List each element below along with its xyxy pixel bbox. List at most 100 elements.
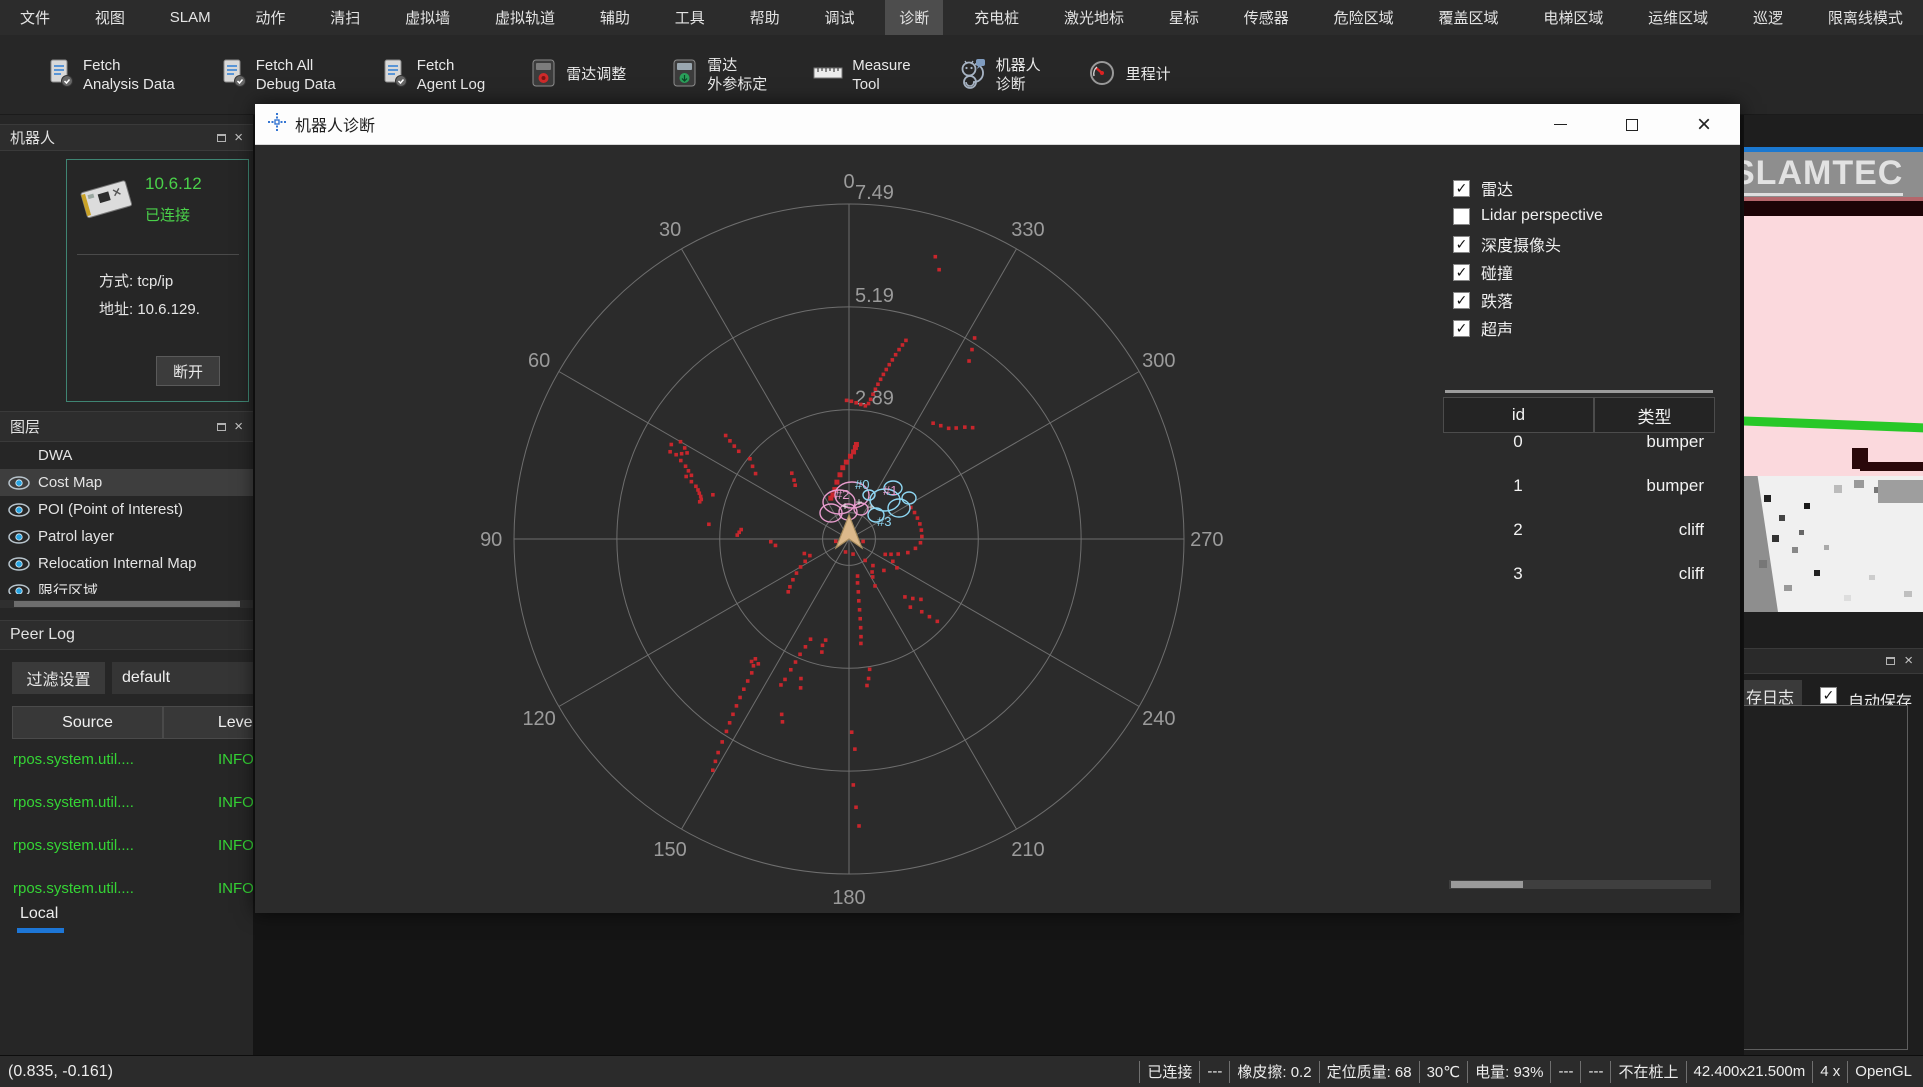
toolbar-item-8[interactable]: 里程计 xyxy=(1087,58,1171,92)
panel-horizontal-scrollbar[interactable] xyxy=(1449,880,1711,889)
map-dark-region xyxy=(1744,612,1923,648)
toolbar-item-5[interactable]: 雷达外参标定 xyxy=(672,56,767,94)
layer-row-3[interactable]: POI (Point of Interest) xyxy=(0,496,253,523)
toolbar-item-3[interactable]: FetchAgent Log xyxy=(382,56,485,94)
close-panel-icon[interactable]: × xyxy=(234,422,243,432)
filter-settings-button[interactable]: 过滤设置 xyxy=(12,662,105,694)
menu-item-6[interactable]: 虚拟墙 xyxy=(391,0,464,35)
layers-horizontal-scrollbar[interactable] xyxy=(0,600,253,608)
layer-row-1[interactable]: DWA xyxy=(0,442,253,469)
menu-item-22[interactable]: 限离线模式 xyxy=(1814,0,1917,35)
sensor-checkbox[interactable]: ✓ xyxy=(1453,320,1470,337)
status-segment-7: --- xyxy=(1550,1061,1580,1083)
tab-local[interactable]: Local xyxy=(20,905,58,923)
sensor-table-row-2[interactable]: 1bumper xyxy=(1443,464,1717,508)
log-column-source[interactable]: Source xyxy=(12,706,163,739)
eye-visibility-icon[interactable] xyxy=(8,503,38,517)
eye-visibility-icon[interactable] xyxy=(8,557,38,571)
eye-visibility-icon[interactable] xyxy=(8,584,38,595)
svg-text:270: 270 xyxy=(1190,529,1223,551)
status-segment-12: OpenGL xyxy=(1847,1061,1919,1083)
sensor-toggle-1: ✓ 雷达 xyxy=(1443,174,1717,202)
menu-item-16[interactable]: 传感器 xyxy=(1230,0,1303,35)
dialog-title-bar[interactable]: 机器人诊断 × xyxy=(255,104,1740,145)
toolbar-item-1[interactable]: FetchAnalysis Data xyxy=(48,56,175,94)
toolbar-item-6[interactable]: MeasureTool xyxy=(813,56,910,94)
map-viewport[interactable]: SLAMTEC × 存日志 ✓ 自动保存 xyxy=(1744,115,1923,1055)
sensor-id: 1 xyxy=(1443,476,1593,496)
layer-row-2[interactable]: Cost Map xyxy=(0,469,253,496)
cursor-coordinates: (0.835, -0.161) xyxy=(0,1063,113,1081)
menu-item-11[interactable]: 调试 xyxy=(810,0,868,35)
menu-item-21[interactable]: 巡逻 xyxy=(1739,0,1797,35)
dialog-title: 机器人诊断 xyxy=(295,112,375,136)
menu-item-3[interactable]: SLAM xyxy=(156,0,225,35)
robot-ip: 10.6.12 xyxy=(145,174,202,194)
robot-diagnosis-dialog: 机器人诊断 × 03060901201501802102402703003302… xyxy=(255,104,1740,913)
menu-item-2[interactable]: 视图 xyxy=(81,0,139,35)
sensor-checkbox[interactable]: ✓ xyxy=(1453,264,1470,281)
maximize-icon xyxy=(1626,119,1638,131)
sensor-checkbox[interactable]: ✓ xyxy=(1453,236,1470,253)
autosave-checkbox[interactable]: ✓ xyxy=(1820,687,1837,704)
sensor-toggle-3: ✓深度摄像头 xyxy=(1443,230,1717,258)
float-panel-icon[interactable] xyxy=(1886,657,1895,665)
toolbar-item-2[interactable]: Fetch AllDebug Data xyxy=(221,56,336,94)
status-segment-6: 电量: 93% xyxy=(1467,1061,1550,1083)
sensor-toggle-label: 雷达 xyxy=(1481,176,1513,200)
minimize-button[interactable] xyxy=(1524,104,1596,145)
status-bar: (0.835, -0.161) 已连接---橡皮擦: 0.2定位质量: 6830… xyxy=(0,1055,1923,1087)
sensor-checkbox[interactable]: ✓ xyxy=(1453,180,1470,197)
menu-item-9[interactable]: 工具 xyxy=(661,0,719,35)
layer-row-4[interactable]: Patrol layer xyxy=(0,523,253,550)
layer-row-6[interactable]: 限行区域 xyxy=(0,577,253,594)
eye-visibility-icon[interactable] xyxy=(8,476,38,490)
sensor-table-row-4[interactable]: 3cliff xyxy=(1443,552,1717,596)
svg-text:#3: #3 xyxy=(877,514,891,529)
toolbar-item-4[interactable]: 雷达调整 xyxy=(531,58,626,92)
layers-panel-header: 图层 × xyxy=(0,411,253,442)
filter-profile-select[interactable]: default xyxy=(112,662,253,694)
toolbar-item-7[interactable]: 机器人诊断 xyxy=(957,56,1041,94)
log-level: INFO xyxy=(218,837,253,854)
close-button[interactable]: × xyxy=(1668,104,1740,145)
close-panel-icon[interactable]: × xyxy=(234,133,243,143)
log-row-3[interactable]: rpos.system.util.... INFO xyxy=(0,825,253,868)
sensor-checkbox[interactable] xyxy=(1453,208,1470,225)
log-row-1[interactable]: rpos.system.util....INFO xyxy=(0,739,253,782)
menu-item-15[interactable]: 星标 xyxy=(1155,0,1213,35)
layer-label: POI (Point of Interest) xyxy=(38,501,183,518)
eye-visibility-icon[interactable] xyxy=(8,530,38,544)
menu-item-1[interactable]: 文件 xyxy=(6,0,64,35)
menu-item-10[interactable]: 帮助 xyxy=(736,0,794,35)
menu-item-12[interactable]: 诊断 xyxy=(885,0,943,35)
log-column-level[interactable]: Level xyxy=(163,706,253,739)
menu-item-20[interactable]: 运维区域 xyxy=(1634,0,1722,35)
disconnect-button[interactable]: 断开 xyxy=(156,356,220,386)
sensor-table-row-3[interactable]: 2cliff xyxy=(1443,508,1717,552)
toolbar-item-label: MeasureTool xyxy=(852,56,910,94)
sensor-checkbox[interactable]: ✓ xyxy=(1453,292,1470,309)
robot-panel-title: 机器人 xyxy=(10,127,55,148)
maximize-button[interactable] xyxy=(1596,104,1668,145)
menu-item-8[interactable]: 辅助 xyxy=(586,0,644,35)
float-panel-icon[interactable] xyxy=(217,423,226,431)
sensor-toggle-2: Lidar perspective xyxy=(1443,202,1717,230)
sensor-table-row-1[interactable]: 0bumper xyxy=(1443,420,1717,464)
svg-text:240: 240 xyxy=(1142,708,1175,730)
float-panel-icon[interactable] xyxy=(217,134,226,142)
log-output-box[interactable] xyxy=(1744,705,1908,1050)
log-source: rpos.system.util.... xyxy=(13,837,134,854)
menu-item-4[interactable]: 动作 xyxy=(241,0,299,35)
menu-item-18[interactable]: 覆盖区域 xyxy=(1424,0,1512,35)
menu-item-19[interactable]: 电梯区域 xyxy=(1529,0,1617,35)
menu-item-13[interactable]: 充电桩 xyxy=(960,0,1033,35)
menu-item-14[interactable]: 激光地标 xyxy=(1050,0,1138,35)
log-row-2[interactable]: rpos.system.util....INFO xyxy=(0,782,253,825)
close-panel-icon[interactable]: × xyxy=(1904,656,1913,666)
layer-label: Relocation Internal Map xyxy=(38,555,196,572)
layer-row-5[interactable]: Relocation Internal Map xyxy=(0,550,253,577)
menu-item-17[interactable]: 危险区域 xyxy=(1320,0,1408,35)
menu-item-7[interactable]: 虚拟轨道 xyxy=(481,0,569,35)
menu-item-5[interactable]: 清扫 xyxy=(316,0,374,35)
